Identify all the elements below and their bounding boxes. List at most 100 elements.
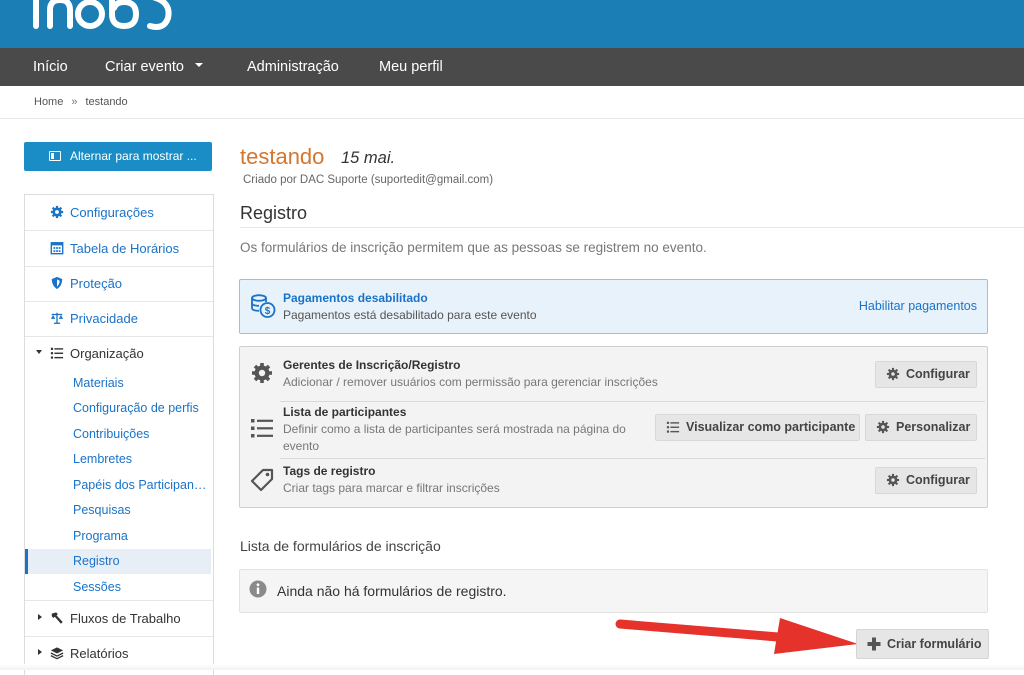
gear-icon	[886, 367, 900, 381]
create-form-button[interactable]: Criar formulário	[856, 629, 989, 659]
event-title: testando	[240, 144, 325, 169]
breadcrumb-separator: »	[71, 96, 78, 108]
sidebar-subitem-label: Pesquisas	[73, 503, 131, 517]
app-logo[interactable]	[30, 0, 180, 36]
breadcrumb-home[interactable]: Home	[34, 96, 63, 108]
divider	[240, 227, 1024, 228]
list-icon	[666, 421, 680, 433]
button-label: Configurar	[906, 367, 970, 381]
participants-list-title: Lista de participantes	[283, 405, 407, 419]
sidebar-item-configuracoes[interactable]: Configurações	[25, 195, 213, 231]
gear-icon	[252, 363, 272, 383]
chevron-down-icon	[194, 63, 203, 68]
sidebar-subitem-label: Registro	[73, 554, 120, 568]
event-created-by: Criado por DAC Suporte (suportedit@gmail…	[243, 174, 494, 186]
sidebar-item-label: Proteção	[70, 276, 123, 291]
plus-icon	[867, 637, 881, 651]
sidebar-subitem-contribuicoes[interactable]: Contribuições	[25, 422, 211, 447]
coins-icon: $	[251, 294, 276, 318]
customize-list-button[interactable]: Personalizar	[865, 414, 977, 441]
sidebar-subitem-label: Papéis dos Participantes	[73, 478, 207, 492]
toggle-sidebar-label: Alternar para mostrar ...	[70, 149, 197, 163]
sidebar-menu: Configurações Tabela de Horários Proteçã…	[24, 194, 214, 675]
sidebar-subitem-label: Programa	[73, 529, 128, 543]
button-label: Criar formulário	[887, 637, 982, 651]
sidebar-toggle-icon	[49, 151, 61, 161]
payments-panel: $ Pagamentos desabilitado Pagamentos est…	[239, 279, 988, 334]
sidebar-subitem-programa[interactable]: Programa	[25, 524, 211, 549]
button-label: Personalizar	[896, 420, 971, 434]
sidebar-subitem-pesquisas[interactable]: Pesquisas	[25, 498, 211, 523]
sidebar-item-protecao[interactable]: Proteção	[25, 266, 213, 302]
page-title: Registro	[240, 203, 308, 223]
sidebar-subitem-label: Materiais	[73, 376, 124, 390]
caret-down-icon	[36, 350, 42, 354]
sidebar-item-label: Tabela de Horários	[70, 241, 180, 256]
annotation-arrow	[615, 618, 858, 654]
empty-state: Ainda não há formulários de registro.	[239, 569, 988, 613]
sidebar-item-label: Fluxos de Trabalho	[70, 611, 181, 626]
caret-right-icon	[38, 649, 42, 655]
breadcrumb: Home » testando	[34, 96, 128, 108]
toggle-sidebar-button[interactable]: Alternar para mostrar ...	[24, 142, 212, 171]
payments-subtitle: Pagamentos está desabilitado para este e…	[283, 308, 537, 322]
sidebar-item-label: Organização	[70, 346, 144, 361]
sidebar-subitem-materiais[interactable]: Materiais	[25, 371, 211, 396]
nav-criar-evento[interactable]: Criar evento	[105, 48, 203, 86]
sidebar-subitem-lembretes[interactable]: Lembretes	[25, 447, 211, 472]
enable-payments-link[interactable]: Habilitar pagamentos	[859, 299, 977, 313]
divider	[0, 118, 1024, 119]
button-label: Configurar	[906, 473, 970, 487]
nav-administracao[interactable]: Administração	[247, 48, 339, 86]
main-navbar: Início Criar evento Administração Meu pe…	[0, 48, 1024, 86]
sidebar-item-tabela-horarios[interactable]: Tabela de Horários	[25, 231, 213, 267]
breadcrumb-current[interactable]: testando	[85, 96, 127, 108]
tag-icon	[250, 468, 274, 492]
page-description: Os formulários de inscrição permitem que…	[240, 240, 707, 255]
shield-icon	[51, 276, 63, 290]
managers-title: Gerentes de Inscrição/Registro	[283, 358, 461, 372]
sidebar-item-label: Configurações	[70, 205, 154, 220]
tags-title: Tags de registro	[283, 464, 376, 478]
sidebar-subitem-sessoes[interactable]: Sessões	[25, 575, 211, 600]
button-label: Visualizar como participante	[686, 420, 856, 434]
list-icon	[251, 419, 273, 438]
sidebar-subitem-label: Lembretes	[73, 452, 133, 466]
info-icon	[249, 580, 267, 598]
forms-list-title: Lista de formulários de inscrição	[240, 538, 441, 554]
nav-criar-evento-label: Criar evento	[105, 59, 184, 75]
configure-tags-button[interactable]: Configurar	[875, 467, 977, 494]
empty-state-text: Ainda não há formulários de registro.	[277, 583, 507, 599]
payments-title: Pagamentos desabilitado	[283, 291, 428, 305]
view-as-participant-button[interactable]: Visualizar como participante	[655, 414, 860, 441]
sidebar-item-label: Privacidade	[70, 311, 138, 326]
sidebar-item-privacidade[interactable]: Privacidade	[25, 301, 213, 337]
sidebar-subitem-label: Configuração de perfis	[73, 401, 199, 415]
sidebar-item-organizacao[interactable]: Organização	[25, 336, 213, 371]
calendar-icon	[50, 242, 64, 255]
sidebar-subitem-registro[interactable]: Registro	[25, 549, 211, 574]
nav-meu-perfil[interactable]: Meu perfil	[379, 48, 443, 86]
sidebar-subitem-configuracao-perfis[interactable]: Configuração de perfis	[25, 396, 211, 421]
configure-managers-button[interactable]: Configurar	[875, 361, 977, 388]
registration-tags-row: Tags de registro Criar tags para marcar …	[240, 459, 987, 506]
layers-icon	[50, 647, 64, 660]
gear-icon	[886, 473, 900, 487]
participants-list-row: Lista de participantes Definir como a li…	[240, 402, 987, 458]
participants-list-subtitle: Definir como a lista de participantes se…	[283, 422, 626, 453]
nav-inicio[interactable]: Início	[33, 48, 68, 86]
managers-subtitle: Adicionar / remover usuários com permiss…	[283, 375, 658, 389]
sidebar-subitem-papeis-participantes[interactable]: Papéis dos Participantes	[25, 473, 211, 498]
top-banner	[0, 0, 1024, 48]
registration-settings-panel: Gerentes de Inscrição/Registro Adicionar…	[239, 346, 988, 508]
sidebar-item-label: Relatórios	[70, 646, 129, 661]
list-icon	[50, 347, 64, 359]
sidebar-item-fluxos-trabalho[interactable]: Fluxos de Trabalho	[25, 600, 213, 637]
hammer-icon	[51, 612, 63, 624]
sidebar-subitem-label: Contribuições	[73, 427, 150, 441]
scale-icon	[50, 312, 64, 324]
tags-subtitle: Criar tags para marcar e filtrar inscriç…	[283, 481, 500, 495]
page-bottom-edge	[0, 664, 1024, 670]
sidebar-subitem-label: Sessões	[73, 580, 121, 594]
caret-right-icon	[38, 614, 42, 620]
